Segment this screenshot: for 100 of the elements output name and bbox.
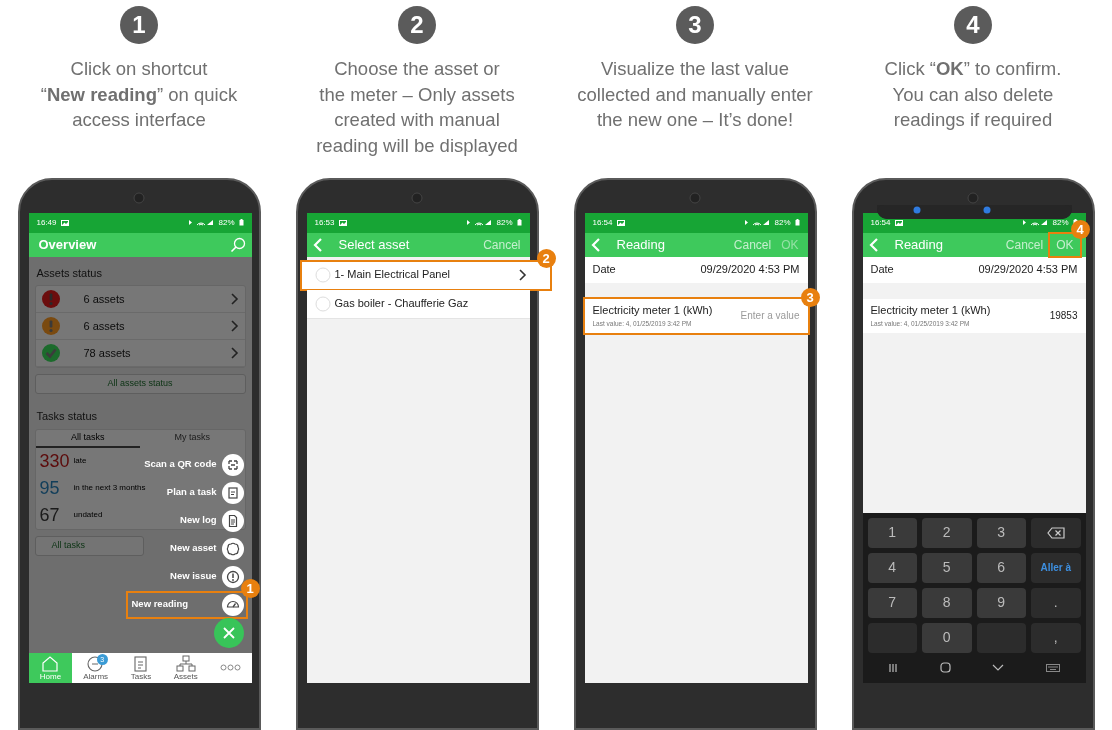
meter-name: Electricity meter 1 (kWh) bbox=[592, 303, 713, 319]
asset-status-row[interactable]: 6 assets bbox=[35, 313, 245, 340]
keyboard-key[interactable]: 4 bbox=[867, 552, 917, 583]
signal-icons-drawing bbox=[1022, 219, 1049, 226]
tab[interactable]: All tasks bbox=[35, 429, 140, 448]
step-badge: 2 bbox=[536, 248, 556, 268]
section-heading: Assets status bbox=[35, 265, 103, 281]
date-value: 09/29/2020 4:53 PM bbox=[978, 262, 1078, 278]
recent-apps-icon bbox=[888, 662, 899, 673]
step-number: 4 bbox=[954, 6, 992, 44]
battery-level: 82% bbox=[218, 216, 235, 229]
section-heading: Tasks status bbox=[35, 409, 99, 424]
status-time: 16:49 bbox=[36, 216, 57, 229]
keyboard-key[interactable]: 3 bbox=[976, 517, 1026, 548]
meter-name: Electricity meter 1 (kWh) bbox=[870, 303, 991, 319]
keyboard-key[interactable]: Aller à bbox=[1031, 552, 1081, 583]
screen-title: Reading bbox=[616, 235, 665, 254]
screen-title: Select asset bbox=[338, 235, 410, 254]
asset-count: 6 assets bbox=[83, 291, 125, 307]
keyboard-key[interactable]: 8 bbox=[922, 587, 972, 618]
camera-icon bbox=[411, 191, 423, 204]
asset-status-row[interactable]: 6 assets bbox=[35, 286, 245, 313]
tab[interactable]: My tasks bbox=[140, 429, 245, 448]
home-icon bbox=[939, 662, 951, 673]
back-icon[interactable] bbox=[590, 237, 601, 252]
all-assets-button[interactable]: All assets status bbox=[34, 374, 246, 394]
keyboard-key[interactable]: , bbox=[1031, 622, 1081, 653]
task-label: undated bbox=[73, 509, 103, 521]
more-icon bbox=[219, 664, 241, 671]
step-caption: Choose the asset or the meter – Only assets created with manual reading will be displayed bbox=[316, 57, 518, 158]
signal-icons-drawing bbox=[188, 219, 215, 226]
chevron-down-icon bbox=[992, 663, 1005, 672]
value-input[interactable]: Enter a value bbox=[719, 308, 800, 323]
field-label: Date bbox=[592, 262, 616, 278]
screen-title: Reading bbox=[894, 235, 943, 254]
gauge-icon bbox=[221, 593, 244, 616]
keyboard-icon bbox=[1045, 663, 1060, 672]
keyboard-key[interactable]: . bbox=[1031, 587, 1081, 618]
chevron-icon bbox=[230, 293, 239, 305]
image-icon bbox=[616, 219, 625, 226]
task-label: late bbox=[73, 455, 87, 467]
value-input[interactable]: 19853 bbox=[997, 308, 1078, 323]
alert-icon bbox=[221, 565, 244, 588]
asset-count: 6 assets bbox=[83, 318, 125, 334]
step-badge: 3 bbox=[800, 287, 820, 307]
camera-icon bbox=[689, 191, 701, 204]
menu-item[interactable]: Plan a task bbox=[160, 478, 248, 507]
document-icon bbox=[221, 509, 244, 532]
keyboard-key[interactable]: 7 bbox=[867, 587, 917, 618]
keyboard-key[interactable]: 2 bbox=[922, 517, 972, 548]
signal-icons-drawing bbox=[744, 219, 771, 226]
camera-icon bbox=[967, 191, 979, 204]
menu-item[interactable]: New log bbox=[174, 506, 248, 535]
step-number: 1 bbox=[120, 6, 158, 44]
step-number: 3 bbox=[676, 6, 714, 44]
menu-item[interactable]: Scan a QR code bbox=[138, 450, 248, 479]
battery-level: 82% bbox=[1052, 216, 1069, 229]
keyboard-key[interactable]: 6 bbox=[976, 552, 1026, 583]
image-icon bbox=[338, 219, 347, 226]
battery-level: 82% bbox=[496, 216, 513, 229]
back-icon[interactable] bbox=[868, 237, 879, 252]
asset-count: 78 assets bbox=[83, 345, 131, 361]
backspace-icon bbox=[1046, 527, 1065, 540]
chevron-icon bbox=[230, 347, 239, 359]
step-caption: Click “OK” to confirm. You can also delete readings if required bbox=[884, 57, 1062, 133]
step-number: 2 bbox=[398, 6, 436, 44]
battery-icon bbox=[794, 219, 800, 226]
image-icon bbox=[60, 219, 69, 226]
keyboard-key[interactable]: 0 bbox=[922, 622, 972, 653]
step-caption: Click on shortcut “New reading” on quick access interface bbox=[40, 57, 238, 133]
battery-icon bbox=[516, 219, 522, 226]
hierarchy-icon bbox=[174, 654, 197, 673]
menu-item[interactable]: New asset bbox=[164, 534, 248, 563]
step-caption: Visualize the last value collected and manually enter the new one – It’s done! bbox=[577, 57, 813, 133]
keyboard-key[interactable] bbox=[1031, 517, 1081, 548]
search-icon[interactable] bbox=[229, 236, 246, 253]
task-label: in the next 3 months bbox=[73, 482, 146, 494]
task-count: 95 bbox=[39, 479, 61, 497]
task-count: 67 bbox=[39, 506, 61, 524]
asset-list-item[interactable]: Gas boiler - Chaufferie Gaz bbox=[306, 289, 530, 319]
date-value: 09/29/2020 4:53 PM bbox=[700, 262, 800, 278]
camera-icon bbox=[133, 191, 145, 204]
chevron-icon bbox=[230, 320, 239, 332]
battery-icon bbox=[238, 219, 244, 226]
keyboard-key[interactable]: 1 bbox=[867, 517, 917, 548]
image-icon bbox=[894, 219, 903, 226]
task-count: 330 bbox=[39, 452, 70, 470]
battery-level: 82% bbox=[774, 216, 791, 229]
back-icon[interactable] bbox=[312, 237, 323, 252]
field-label: Date bbox=[870, 262, 894, 278]
qr-code-icon bbox=[221, 453, 244, 476]
status-time: 16:54 bbox=[870, 216, 891, 229]
asset-status-row[interactable]: 78 assets bbox=[35, 340, 245, 367]
status-time: 16:54 bbox=[592, 216, 613, 229]
screen-title: Overview bbox=[38, 235, 97, 254]
signal-icons-drawing bbox=[466, 219, 493, 226]
keyboard-key[interactable]: 9 bbox=[976, 587, 1026, 618]
keyboard-key[interactable]: 5 bbox=[922, 552, 972, 583]
all-tasks-button[interactable]: All tasks bbox=[34, 535, 145, 556]
close-icon bbox=[221, 625, 236, 640]
